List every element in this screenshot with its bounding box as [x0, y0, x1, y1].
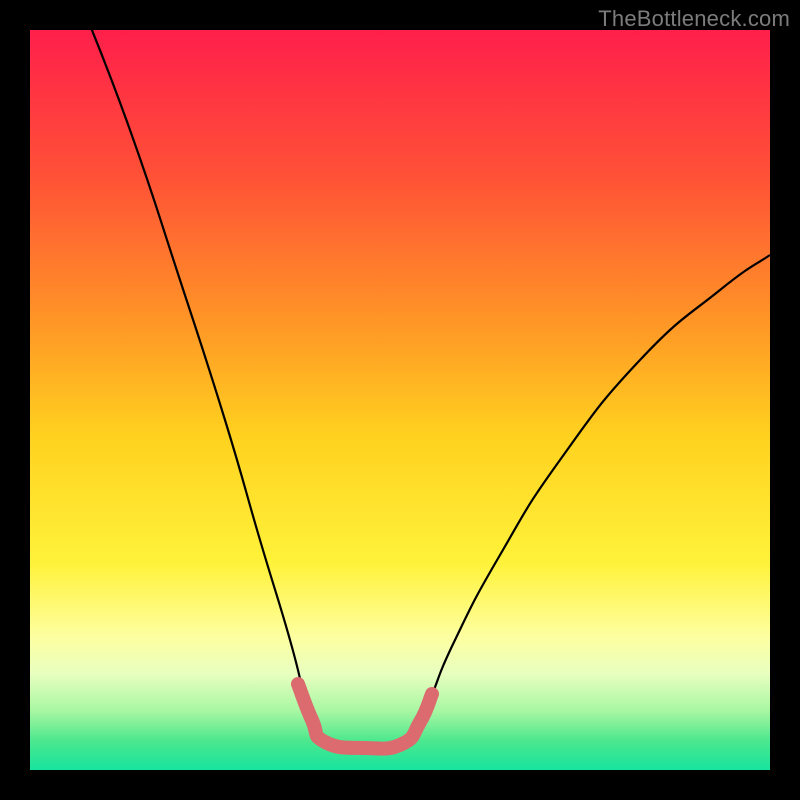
bottleneck-chart [0, 0, 800, 800]
watermark-text: TheBottleneck.com [598, 6, 790, 32]
plot-background [30, 30, 770, 770]
chart-frame: TheBottleneck.com [0, 0, 800, 800]
